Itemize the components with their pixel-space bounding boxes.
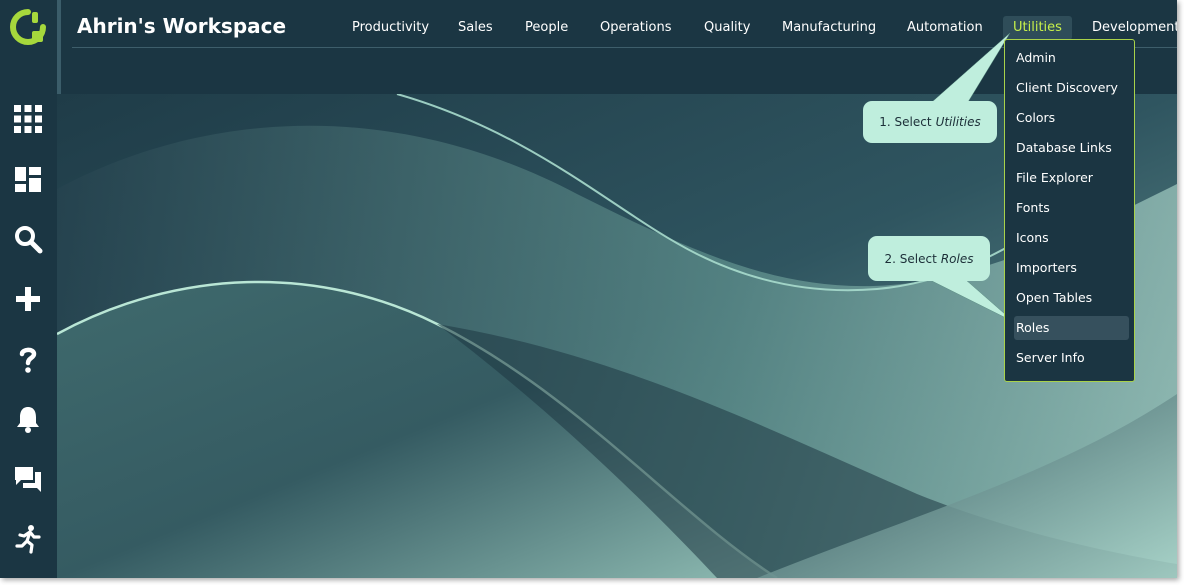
callout-step-2-target: Roles xyxy=(940,251,974,266)
menu-item-server-info[interactable]: Server Info xyxy=(1014,346,1129,370)
menu-item-colors[interactable]: Colors xyxy=(1014,106,1129,130)
callout-pointers xyxy=(929,32,1015,323)
menu-item-roles[interactable]: Roles xyxy=(1014,316,1129,340)
menu-item-importers[interactable]: Importers xyxy=(1014,256,1129,280)
menu-item-file-explorer[interactable]: File Explorer xyxy=(1014,166,1129,190)
callout-step-2: 2. Select Roles xyxy=(868,236,990,281)
callout-step-1-target: Utilities xyxy=(935,115,981,129)
utilities-dropdown: Admin Client Discovery Colors Database L… xyxy=(1004,39,1135,382)
menu-item-fonts[interactable]: Fonts xyxy=(1014,196,1129,220)
menu-item-icons[interactable]: Icons xyxy=(1014,226,1129,250)
menu-item-admin[interactable]: Admin xyxy=(1014,46,1129,70)
callout-step-1: 1. Select Utilities xyxy=(863,101,997,143)
menu-item-open-tables[interactable]: Open Tables xyxy=(1014,286,1129,310)
menu-item-database-links[interactable]: Database Links xyxy=(1014,136,1129,160)
callout-step-1-prefix: 1. Select xyxy=(879,115,932,129)
menu-item-client-discovery[interactable]: Client Discovery xyxy=(1014,76,1129,100)
app-window: Ahrin's Workspace Productivity Sales Peo… xyxy=(0,0,1177,578)
callout-step-2-prefix: 2. Select xyxy=(884,251,937,266)
